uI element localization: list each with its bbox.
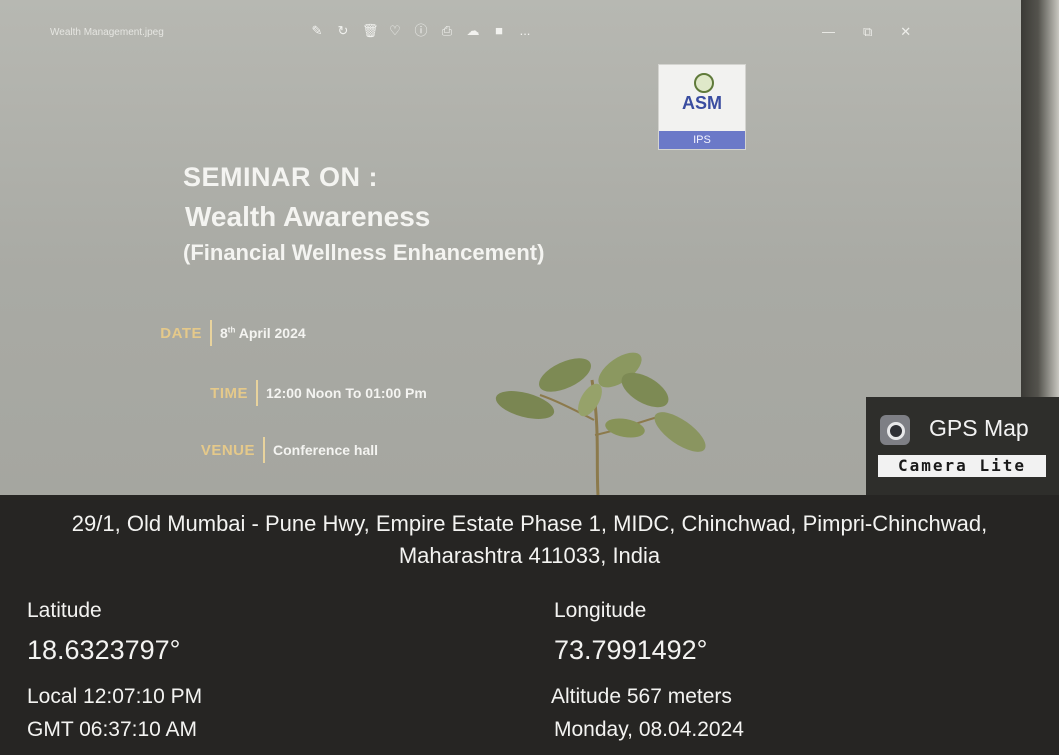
logo-text: ASM [682, 93, 722, 113]
minimize-icon[interactable]: — [822, 24, 835, 40]
window-controls: — ⧉ ✕ [822, 24, 911, 40]
date-value: 8th April 2024 [220, 325, 306, 341]
info-icon[interactable]: ⓘ [414, 24, 428, 38]
heart-icon[interactable]: ♡ [388, 24, 402, 38]
logo-emblem-icon [694, 73, 714, 93]
badge-app-name: GPS Map [929, 415, 1029, 441]
more-icon[interactable]: ... [518, 24, 532, 38]
time-label: TIME [210, 384, 248, 402]
cloud-icon[interactable]: ☁ [466, 24, 480, 38]
latitude-value: 18.6323797° [27, 635, 181, 665]
venue-label: VENUE [200, 441, 255, 459]
time-value: 12:00 Noon To 01:00 Pm [266, 385, 427, 401]
print-icon[interactable]: ⎙ [440, 24, 454, 38]
slide-subtitle: (Financial Wellness Enhancement) [183, 240, 545, 265]
date-label: DATE [160, 324, 202, 342]
capture-date: Monday, 08.04.2024 [554, 718, 744, 741]
address-line-2: Maharashtra 411033, India [398, 543, 661, 568]
divider [263, 437, 265, 463]
address-line-1: 29/1, Old Mumbai - Pune Hwy, Empire Esta… [71, 511, 988, 536]
rotate-icon[interactable]: ↻ [336, 24, 350, 38]
altitude: Altitude 567 meters [551, 685, 732, 708]
date-row: DATE 8th April 2024 [130, 320, 306, 346]
window-title: Wealth Management.jpeg [50, 27, 164, 38]
close-icon[interactable]: ✕ [900, 24, 911, 40]
address: 29/1, Old Mumbai - Pune Hwy, Empire Esta… [0, 508, 1059, 572]
plant-illustration [495, 352, 706, 495]
gps-info-panel: 29/1, Old Mumbai - Pune Hwy, Empire Esta… [0, 495, 1059, 755]
asm-logo: ASM IPS [658, 64, 746, 150]
restore-icon[interactable]: ⧉ [863, 24, 872, 40]
slide-heading: SEMINAR ON : [183, 162, 378, 192]
folder-icon[interactable]: ■ [492, 24, 506, 38]
local-time: Local 12:07:10 PM [27, 685, 203, 708]
delete-icon[interactable]: 🗑 [362, 24, 379, 38]
latitude-label: Latitude [27, 599, 102, 622]
venue-row: VENUE Conference hall [183, 437, 378, 463]
divider [210, 320, 212, 346]
viewer-toolbar: ✎ ↻ 🗑 ♡ ⓘ ⎙ ☁ ■ ... [310, 24, 532, 38]
time-row: TIME 12:00 Noon To 01:00 Pm [176, 380, 427, 406]
gps-map-camera-badge: GPS Map Camera Lite [866, 397, 1059, 495]
logo-band: IPS [659, 131, 745, 149]
gmt-time: GMT 06:37:10 AM [27, 718, 198, 741]
venue-value: Conference hall [273, 442, 379, 458]
photo-viewer-titlebar: Wealth Management.jpeg ✎ ↻ 🗑 ♡ ⓘ ⎙ ☁ ■ .… [0, 18, 1020, 54]
camera-icon [880, 415, 910, 445]
badge-app-subtitle: Camera Lite [878, 455, 1046, 477]
divider [256, 380, 258, 406]
edit-icon[interactable]: ✎ [310, 24, 324, 38]
slide-title: Wealth Awareness [185, 201, 431, 232]
longitude-label: Longitude [554, 599, 647, 622]
longitude-value: 73.7991492° [554, 635, 708, 665]
